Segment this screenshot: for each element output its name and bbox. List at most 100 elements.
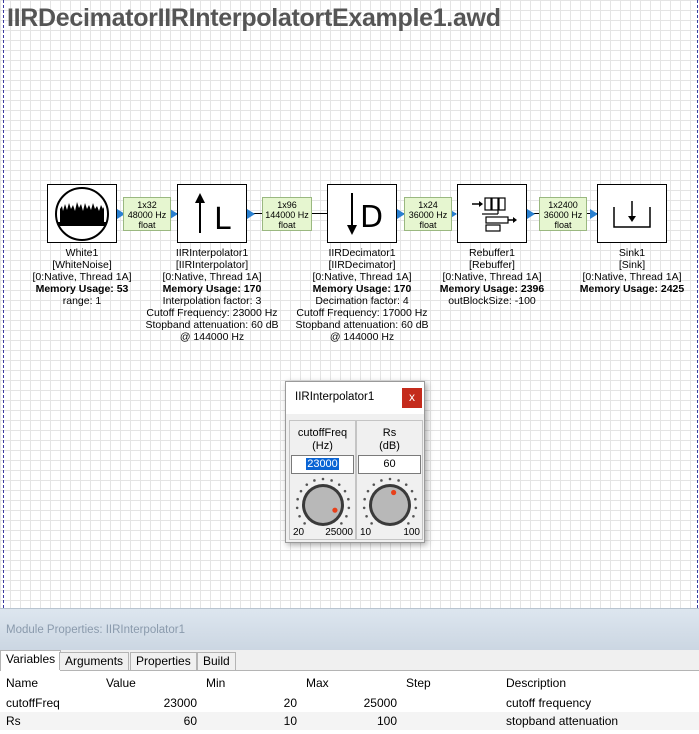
knob-max-label: 100 <box>403 527 420 538</box>
dialog-title: IIRInterpolator1 <box>295 391 375 403</box>
close-button[interactable]: x <box>402 388 422 408</box>
wire-rate: 144000 Hz <box>265 210 309 220</box>
block-iir-interpolator[interactable]: L <box>177 184 247 243</box>
column-header[interactable]: Description <box>506 674 566 692</box>
block-sink[interactable] <box>597 184 667 243</box>
tab-variables[interactable]: Variables <box>0 650 62 671</box>
downsample-arrow-icon: D <box>347 193 383 235</box>
module-properties-panel: Module Properties: IIRInterpolator1 Vari… <box>0 608 699 734</box>
canvas-left-border <box>3 0 4 608</box>
cutoff-freq-input[interactable]: 23000 <box>291 455 354 474</box>
wire-info-4: 1x2400 36000 Hz float <box>539 197 587 231</box>
wire-type: float <box>419 220 437 230</box>
cell-description: cutoff frequency <box>506 696 592 710</box>
white-noise-icon <box>55 187 109 241</box>
knob-tick <box>298 514 301 518</box>
cell-min[interactable]: 20 <box>284 694 297 712</box>
cell-max[interactable]: 25000 <box>364 694 397 712</box>
block-thread: [0:Native, Thread 1A] <box>582 271 682 283</box>
dialog-titlebar[interactable]: IIRInterpolator1 x <box>286 382 424 414</box>
output-pin-interp1[interactable] <box>247 209 255 219</box>
control-unit: (dB) <box>379 440 400 452</box>
rs-input[interactable]: 60 <box>358 455 421 474</box>
column-header[interactable]: Step <box>406 674 431 692</box>
block-type: [IIRInterpolator] <box>175 259 249 271</box>
block-name: IIRInterpolator1 <box>175 247 249 259</box>
knob-tick <box>345 514 348 518</box>
knob-max-label: 25000 <box>325 527 353 538</box>
block-white-noise[interactable] <box>47 184 117 243</box>
column-header[interactable]: Max <box>306 674 329 692</box>
cell-max[interactable]: 100 <box>377 712 397 730</box>
cell-name: Rs <box>6 714 21 728</box>
block-iir-decimator[interactable]: D <box>327 184 397 243</box>
cell-value[interactable]: 23000 <box>164 694 197 712</box>
column-header[interactable]: Min <box>206 674 225 692</box>
label-sink1: Sink1 [Sink] [0:Native, Thread 1A] Memor… <box>567 247 697 295</box>
block-memory: Memory Usage: 170 <box>312 283 412 295</box>
rs-knob[interactable] <box>360 477 420 533</box>
knob-tick <box>295 506 299 510</box>
block-param: Cutoff Frequency: 17000 Hz <box>296 307 428 319</box>
label-white1: White1 [WhiteNoise] [0:Native, Thread 1A… <box>32 247 132 307</box>
knob-tick <box>410 489 414 493</box>
tab-build[interactable]: Build <box>197 652 236 670</box>
knob-tick <box>407 522 410 525</box>
table-row[interactable]: cutoffFreq 23000 20 25000 cutoff frequen… <box>0 694 699 712</box>
label-decim1: IIRDecimator1 [IIRDecimator] [0:Native, … <box>292 247 432 343</box>
block-memory: Memory Usage: 170 <box>162 283 262 295</box>
table-row[interactable]: Rs 60 10 100 stopband attenuation <box>0 712 699 730</box>
knob-tick <box>337 483 341 486</box>
knob-tick <box>347 506 351 510</box>
sink-icon <box>613 201 651 228</box>
knob-tick <box>404 483 408 486</box>
column-header[interactable]: Value <box>106 674 136 692</box>
knob-tick <box>343 489 347 493</box>
block-thread: [0:Native, Thread 1A] <box>442 271 542 283</box>
knob-indicator <box>332 507 338 513</box>
block-memory: Memory Usage: 53 <box>35 283 129 295</box>
block-rebuffer[interactable] <box>457 184 527 243</box>
wire-info-3: 1x24 36000 Hz float <box>404 197 452 231</box>
knob-tick <box>412 514 415 518</box>
block-memory: Memory Usage: 2425 <box>579 283 685 295</box>
cutoff-freq-knob[interactable] <box>293 477 353 533</box>
knob-tick <box>414 506 418 510</box>
layout-canvas[interactable]: IIRDecimatorIIRInterpolatortExample1.awd… <box>0 0 699 608</box>
wire-dims: 1x32 <box>137 200 157 210</box>
tab-properties[interactable]: Properties <box>130 652 197 670</box>
rs-value: 60 <box>383 458 396 470</box>
block-param: Stopband attenuation: 60 dB <box>295 319 429 331</box>
knob-tick <box>388 477 392 481</box>
knob-tick <box>340 522 343 525</box>
canvas-right-border <box>697 0 698 608</box>
wire-info-1: 1x32 48000 Hz float <box>123 197 171 231</box>
wire-info-2: 1x96 144000 Hz float <box>262 197 312 231</box>
wire-dims: 1x96 <box>277 200 297 210</box>
knob-tick <box>366 489 370 493</box>
block-name: Rebuffer1 <box>469 247 515 259</box>
knob-tick <box>380 479 383 482</box>
cell-value[interactable]: 60 <box>184 712 197 730</box>
block-param: Cutoff Frequency: 23000 Hz <box>146 307 278 319</box>
block-param: Decimation factor: 4 <box>315 295 409 307</box>
rebuffer-icon <box>472 197 517 232</box>
knob-min-label: 20 <box>293 527 305 538</box>
inspector-dialog[interactable]: IIRInterpolator1 x cutoffFreq (Hz) 23000… <box>285 381 425 543</box>
block-type: [WhiteNoise] <box>52 259 112 271</box>
decimator-glyph: D <box>360 200 383 235</box>
cutoff-freq-value: 23000 <box>306 458 339 470</box>
knob-tick <box>372 483 376 486</box>
table-header: Name Value Min Max Step Description <box>0 674 699 692</box>
cell-min[interactable]: 10 <box>284 712 297 730</box>
column-header[interactable]: Name <box>6 674 38 692</box>
control-rs: Rs (dB) 60 10 100 <box>356 420 423 540</box>
knob-tick <box>299 489 303 493</box>
wire-rate: 36000 Hz <box>408 210 448 220</box>
wire-dims: 1x24 <box>418 200 438 210</box>
control-header: Rs (dB) <box>357 427 422 453</box>
control-unit: (Hz) <box>312 440 333 452</box>
tab-arguments[interactable]: Arguments <box>59 652 130 670</box>
block-param: outBlockSize: -100 <box>448 295 536 307</box>
output-pin-rebuf1[interactable] <box>527 209 535 219</box>
